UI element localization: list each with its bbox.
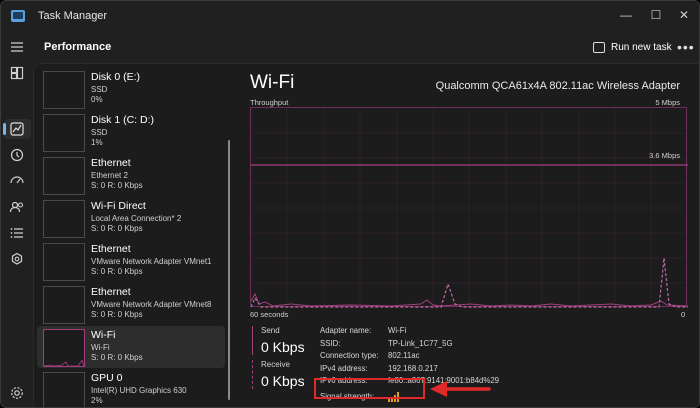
send-stat: Send 0 Kbps: [252, 326, 305, 355]
device-subtitle: SSD: [91, 128, 108, 137]
device-name: GPU 0: [91, 372, 123, 384]
startup-apps-icon[interactable]: [9, 173, 25, 189]
device-thumbnail: [43, 157, 85, 195]
receive-value: 0 Kbps: [261, 373, 305, 389]
device-name: Wi-Fi: [91, 329, 116, 341]
device-thumbnail: [43, 71, 85, 109]
device-usage: S: 0 R: 0 Kbps: [91, 224, 143, 233]
graph-zero-label: 0: [681, 310, 686, 319]
run-task-icon: [593, 41, 605, 53]
device-thumbnail: [43, 243, 85, 281]
device-name: Disk 0 (E:): [91, 71, 141, 83]
throughput-label: Throughput: [250, 98, 289, 107]
device-item-ethernet-vmnet8[interactable]: Ethernet VMware Network Adapter VMnet8 S…: [37, 283, 225, 325]
throughput-graph: 3.6 Mbps: [250, 107, 688, 308]
send-value: 0 Kbps: [261, 339, 305, 355]
device-thumbnail: [43, 114, 85, 152]
property-row: Connection type: 802.11ac: [320, 351, 560, 364]
page-header: Performance Run new task •••: [33, 31, 699, 63]
device-usage: 0%: [91, 95, 103, 104]
device-subtitle: VMware Network Adapter VMnet1: [91, 257, 212, 266]
task-manager-icon: [11, 10, 25, 22]
device-item-disk0[interactable]: Disk 0 (E:) SSD 0%: [37, 68, 225, 110]
device-name: Disk 1 (C: D:): [91, 114, 154, 126]
device-list-scrollbar[interactable]: [228, 140, 230, 400]
device-usage: S: 0 R: 0 Kbps: [91, 267, 143, 276]
scale-line-label: 3.6 Mbps: [649, 151, 680, 160]
device-thumbnail: [43, 372, 85, 407]
device-subtitle: Intel(R) UHD Graphics 630: [91, 386, 187, 395]
wifi-detail-panel: Wi-Fi Qualcomm QCA61x4A 802.11ac Wireles…: [250, 64, 699, 407]
processes-icon[interactable]: [9, 65, 25, 81]
adapter-description: Qualcomm QCA61x4A 802.11ac Wireless Adap…: [435, 80, 680, 92]
details-icon[interactable]: [9, 225, 25, 241]
property-row: SSID: TP-Link_1C77_5G: [320, 339, 560, 352]
device-item-disk1[interactable]: Disk 1 (C: D:) SSD 1%: [37, 111, 225, 153]
receive-label: Receive: [261, 360, 290, 369]
task-manager-window: Task Manager — ☐ ✕ Performance Run new t…: [0, 0, 700, 408]
run-new-task-label: Run new task: [611, 41, 672, 53]
device-subtitle: Ethernet 2: [91, 171, 128, 180]
property-key: Adapter name:: [320, 326, 372, 335]
property-key: SSID:: [320, 338, 341, 348]
device-usage: S: 0 R: 0 Kbps: [91, 181, 143, 190]
property-key: IPv4 address:: [320, 363, 368, 373]
device-name: Ethernet: [91, 286, 131, 298]
maximize-button[interactable]: ☐: [641, 5, 671, 25]
receive-stat: Receive 0 Kbps: [252, 360, 305, 389]
property-row: IPv4 address: 192.168.0.217: [320, 364, 560, 377]
max-scale-label: 5 Mbps: [655, 98, 680, 107]
close-button[interactable]: ✕: [669, 5, 699, 25]
send-series-line: [251, 292, 688, 307]
red-arrow-icon: [427, 380, 491, 403]
device-subtitle: Wi-Fi: [91, 343, 110, 352]
users-icon[interactable]: [9, 199, 25, 215]
nav-active-indicator: [3, 123, 6, 135]
property-value: 192.168.0.217: [388, 363, 438, 373]
device-subtitle: VMware Network Adapter VMnet8: [91, 300, 212, 309]
content-pane: Disk 0 (E:) SSD 0% Disk 1 (C: D:) SSD 1%…: [33, 63, 699, 407]
property-row: Adapter name: Wi-Fi: [320, 326, 560, 339]
window-title: Task Manager: [38, 10, 108, 22]
device-thumbnail: [43, 286, 85, 324]
property-value: 802.11ac: [388, 351, 420, 360]
device-thumbnail: [43, 329, 85, 367]
device-item-gpu0[interactable]: GPU 0 Intel(R) UHD Graphics 630 2%: [37, 369, 225, 407]
device-subtitle: Local Area Connection* 2: [91, 214, 182, 223]
more-options-button[interactable]: •••: [677, 39, 695, 55]
performance-icon[interactable]: [9, 121, 25, 137]
throughput-graph-svg: [251, 108, 688, 308]
device-item-ethernet[interactable]: Ethernet Ethernet 2 S: 0 R: 0 Kbps: [37, 154, 225, 196]
page-title: Performance: [44, 41, 112, 53]
device-usage: S: 0 R: 0 Kbps: [91, 310, 143, 319]
device-usage: 2%: [91, 396, 103, 405]
property-key: Connection type:: [320, 351, 379, 360]
settings-icon[interactable]: [9, 385, 25, 401]
device-usage: 1%: [91, 138, 103, 147]
receive-series-line: [251, 257, 688, 308]
detail-title: Wi-Fi: [250, 72, 295, 93]
device-item-wifi-direct[interactable]: Wi-Fi Direct Local Area Connection* 2 S:…: [37, 197, 225, 239]
time-span-label: 60 seconds: [250, 310, 289, 319]
signal-strength-highlight-box: [314, 378, 425, 399]
device-list: Disk 0 (E:) SSD 0% Disk 1 (C: D:) SSD 1%…: [34, 64, 230, 407]
menu-icon[interactable]: [9, 39, 25, 55]
app-history-icon[interactable]: [9, 147, 25, 163]
device-usage: S: 0 R: 0 Kbps: [91, 353, 143, 362]
device-name: Wi-Fi Direct: [91, 200, 146, 212]
run-new-task-button[interactable]: Run new task: [593, 38, 672, 56]
nav-rail: [1, 31, 33, 407]
device-subtitle: SSD: [91, 85, 108, 94]
device-name: Ethernet: [91, 157, 131, 169]
device-item-ethernet-vmnet1[interactable]: Ethernet VMware Network Adapter VMnet1 S…: [37, 240, 225, 282]
device-thumbnail: [43, 200, 85, 238]
property-value: Wi-Fi: [388, 326, 407, 335]
property-value: TP-Link_1C77_5G: [388, 338, 453, 348]
services-icon[interactable]: [9, 251, 25, 267]
title-bar: Task Manager — ☐ ✕: [1, 1, 699, 31]
send-label: Send: [261, 326, 280, 335]
device-item-wifi[interactable]: Wi-Fi Wi-Fi S: 0 R: 0 Kbps: [37, 326, 225, 368]
device-name: Ethernet: [91, 243, 131, 255]
minimize-button[interactable]: —: [611, 5, 641, 25]
